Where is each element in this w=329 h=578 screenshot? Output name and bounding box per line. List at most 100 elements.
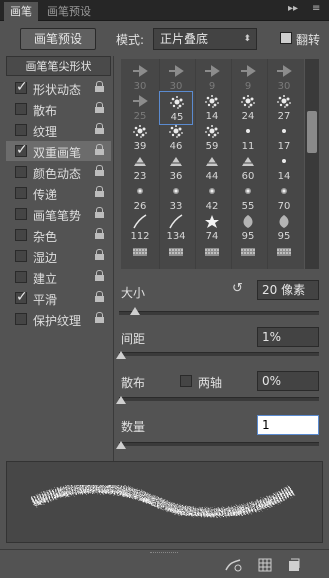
brush-tip-14[interactable]: 17	[267, 121, 301, 155]
list-item-checkbox[interactable]	[15, 166, 27, 178]
lock-icon[interactable]	[95, 270, 104, 281]
list-item-11[interactable]: 保护纹理	[6, 309, 111, 329]
count-input[interactable]: 1	[257, 415, 319, 435]
flip-checkbox[interactable]	[280, 32, 292, 44]
brush-tip-6[interactable]: 45	[159, 91, 193, 125]
collapse-icon[interactable]: ▸▸	[288, 3, 298, 14]
mode-select[interactable]: 正片叠底 ⬍	[153, 28, 257, 50]
brush-tip-4[interactable]: 30	[267, 61, 301, 95]
both-axes-checkbox[interactable]	[180, 375, 192, 387]
brush-tip-19[interactable]: 14	[267, 151, 301, 185]
list-item-5[interactable]: 传递	[6, 183, 111, 203]
brush-tip-20[interactable]: 26	[123, 181, 157, 215]
brush-tip-10[interactable]: 39	[123, 121, 157, 155]
list-item-10[interactable]: 平滑	[6, 288, 111, 308]
tab-brush[interactable]: 画笔	[4, 2, 38, 21]
list-item-checkbox[interactable]	[15, 187, 27, 199]
brush-tip-28[interactable]: 95	[231, 211, 265, 245]
brush-tip-32[interactable]	[195, 241, 229, 269]
list-item-3[interactable]: 双重画笔	[6, 141, 111, 161]
size-slider-track[interactable]	[119, 311, 319, 315]
brush-tip-15[interactable]: 23	[123, 151, 157, 185]
spacing-slider-track[interactable]	[119, 352, 319, 356]
brush-presets-button[interactable]: 画笔预设	[20, 28, 96, 50]
brush-tip-11[interactable]: 46	[159, 121, 193, 155]
lock-icon[interactable]	[95, 228, 104, 239]
list-item-checkbox[interactable]	[15, 208, 27, 220]
brush-tip-18[interactable]: 60	[231, 151, 265, 185]
list-item-checkbox[interactable]	[15, 142, 28, 158]
brush-tip-9[interactable]: 27	[267, 91, 301, 125]
list-item-checkbox[interactable]	[15, 313, 27, 325]
list-item-checkbox[interactable]	[15, 103, 27, 115]
brush-tip-12[interactable]: 59	[195, 121, 229, 155]
lock-icon[interactable]	[95, 312, 104, 323]
brush-tip-34[interactable]	[267, 241, 301, 269]
lock-icon[interactable]	[95, 144, 104, 155]
list-item-2[interactable]: 纹理	[6, 120, 111, 140]
brush-tip-33[interactable]	[231, 241, 265, 269]
new-preset-icon[interactable]	[287, 558, 301, 572]
brush-tip-27[interactable]: 74	[195, 211, 229, 245]
size-input[interactable]: 20 像素	[257, 280, 319, 300]
resize-grip[interactable]	[150, 552, 178, 555]
panel-menu-icon[interactable]: ≡	[312, 3, 320, 14]
list-item-checkbox[interactable]	[15, 289, 28, 305]
spacing-input[interactable]: 1%	[257, 327, 319, 347]
brush-tip-31[interactable]	[159, 241, 193, 269]
brush-tip-16[interactable]: 36	[159, 151, 193, 185]
brush-tip-0[interactable]: 30	[123, 61, 157, 95]
brush-tip-26[interactable]: 134	[159, 211, 193, 245]
count-slider-track[interactable]	[119, 442, 319, 446]
grid-scrollbar-thumb[interactable]	[307, 111, 317, 153]
lock-icon[interactable]	[95, 81, 104, 92]
brush-tip-30[interactable]	[123, 241, 157, 269]
scatter-slider-knob[interactable]	[116, 396, 126, 404]
brush-tip-25[interactable]: 112	[123, 211, 157, 245]
brush-tip-2[interactable]: 9	[195, 61, 229, 95]
lock-icon[interactable]	[95, 207, 104, 218]
list-item-checkbox[interactable]	[15, 229, 27, 241]
scatter-slider-track[interactable]	[119, 397, 319, 401]
count-slider-knob[interactable]	[116, 441, 126, 449]
lock-icon[interactable]	[95, 186, 104, 197]
size-slider-knob[interactable]	[130, 307, 140, 315]
lock-icon[interactable]	[95, 123, 104, 134]
brush-tip-29[interactable]: 95	[267, 211, 301, 245]
scatter-input[interactable]: 0%	[257, 371, 319, 391]
brush-tip-24[interactable]: 70	[267, 181, 301, 215]
lock-icon[interactable]	[95, 102, 104, 113]
lock-icon[interactable]	[95, 165, 104, 176]
list-item-7[interactable]: 杂色	[6, 225, 111, 245]
list-item-6[interactable]: 画笔笔势	[6, 204, 111, 224]
tab-brush-presets[interactable]: 画笔预设	[41, 2, 97, 21]
brush-preview-icon[interactable]	[224, 558, 242, 572]
lock-icon[interactable]	[95, 249, 104, 260]
brush-tip-21[interactable]: 33	[159, 181, 193, 215]
brush-tip-5[interactable]: 25	[123, 91, 157, 125]
brush-tip-3[interactable]: 9	[231, 61, 265, 95]
list-item-1[interactable]: 散布	[6, 99, 111, 119]
grid-icon[interactable]	[258, 558, 272, 572]
arrow-brush-icon	[131, 64, 149, 79]
brush-tip-17[interactable]: 44	[195, 151, 229, 185]
brush-tip-8[interactable]: 24	[231, 91, 265, 125]
list-item-4[interactable]: 颜色动态	[6, 162, 111, 182]
brush-tip-1[interactable]: 30	[159, 61, 193, 95]
brush-tip-13[interactable]: 11	[231, 121, 265, 155]
brush-tip-7[interactable]: 14	[195, 91, 229, 125]
brush-tip-22[interactable]: 42	[195, 181, 229, 215]
spacing-slider-knob[interactable]	[116, 351, 126, 359]
list-item-checkbox[interactable]	[15, 250, 27, 262]
list-item-checkbox[interactable]	[15, 271, 27, 283]
reset-size-icon[interactable]: ↺	[232, 281, 243, 296]
list-item-8[interactable]: 湿边	[6, 246, 111, 266]
grid-scrollbar[interactable]	[305, 59, 319, 269]
brush-tip-shape-header[interactable]: 画笔笔尖形状	[6, 56, 111, 76]
lock-icon[interactable]	[95, 291, 104, 302]
list-item-checkbox[interactable]	[15, 79, 28, 95]
list-item-9[interactable]: 建立	[6, 267, 111, 287]
brush-tip-23[interactable]: 55	[231, 181, 265, 215]
list-item-checkbox[interactable]	[15, 124, 27, 136]
list-item-0[interactable]: 形状动态	[6, 78, 111, 98]
